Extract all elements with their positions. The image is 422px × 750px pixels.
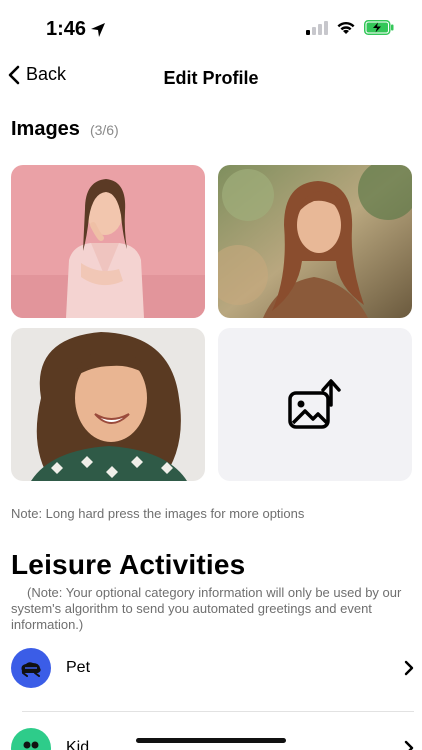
add-image-tile[interactable] [218, 328, 412, 481]
list-item-pet[interactable]: Pet [0, 644, 422, 692]
wifi-icon [337, 21, 355, 34]
profile-photo-3[interactable] [11, 328, 205, 481]
status-bar: 1:46 [0, 0, 422, 58]
leisure-note: (Note: Your optional category informatio… [11, 585, 402, 632]
list-item-label: Pet [66, 659, 91, 676]
home-indicator[interactable] [136, 738, 286, 743]
chevron-right-icon [404, 740, 414, 750]
list-item-kid[interactable]: Kid [0, 724, 422, 750]
chevron-right-icon [404, 660, 414, 676]
images-title: Images [11, 118, 80, 140]
list-item-label: Kid [66, 739, 90, 750]
cellular-signal-icon [306, 20, 328, 35]
photo-1-image [11, 165, 205, 318]
status-time: 1:46 [46, 18, 106, 41]
photo-2-image [218, 165, 412, 318]
profile-photo-1[interactable] [11, 165, 205, 318]
image-upload-icon [288, 378, 341, 429]
navigation-bar: Back Edit Profile [0, 60, 422, 96]
images-header: Images (3/6) [11, 118, 119, 141]
status-time-text: 1:46 [46, 18, 87, 40]
location-arrow-icon [91, 22, 106, 37]
leisure-title: Leisure Activities [11, 549, 246, 580]
status-icons [306, 20, 394, 35]
kid-icon [11, 728, 51, 750]
pet-icon [11, 648, 51, 688]
images-note: Note: Long hard press the images for mor… [11, 506, 305, 521]
images-count: (3/6) [89, 122, 119, 138]
divider [22, 711, 414, 712]
photo-3-image [11, 328, 205, 481]
edit-profile-screen: 1:46 Back Edit Profile Images (3/6) Note… [0, 0, 422, 750]
profile-photo-2[interactable] [218, 165, 412, 318]
battery-charging-icon [364, 20, 394, 35]
page-title: Edit Profile [163, 68, 259, 88]
